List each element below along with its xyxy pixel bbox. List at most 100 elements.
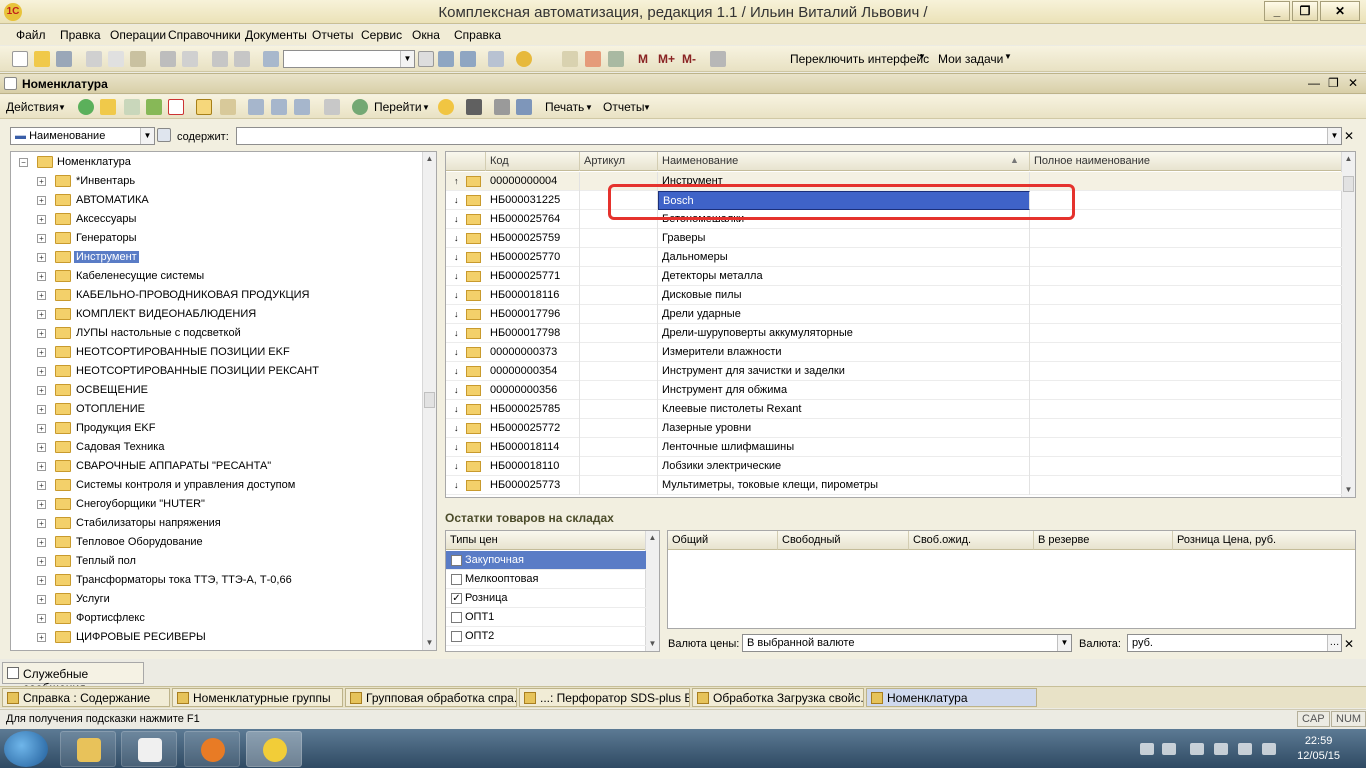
tree-item[interactable]: + Системы контроля и управления доступом [11,476,421,495]
cell-code[interactable]: НБ000025771 [486,267,580,286]
delete-icon[interactable] [168,99,184,115]
tree-item[interactable]: + АВТОМАТИКА [11,191,421,210]
cell-code[interactable]: НБ000025764 [486,210,580,229]
cell-name[interactable]: Лобзики электрические [658,457,1030,476]
chevron-down-icon[interactable]: ▼ [400,51,414,67]
column-free-expected[interactable]: Своб.ожид. [909,531,1034,550]
column-code[interactable]: Код [486,152,580,171]
cell-article[interactable] [580,305,658,324]
cell-full-name[interactable] [1030,324,1342,343]
cell-name[interactable]: Дрели ударные [658,305,1030,324]
memory-m-button[interactable]: M [638,52,648,66]
print-icon[interactable] [160,51,176,67]
minimize-button[interactable]: _ [1264,1,1290,21]
cell-full-name[interactable] [1030,248,1342,267]
redo-icon[interactable] [234,51,250,67]
cell-full-name[interactable] [1030,286,1342,305]
taskbar-media[interactable] [121,731,177,767]
cell-name[interactable]: Мультиметры, токовые клещи, пирометры [658,476,1030,495]
valuta-input[interactable]: руб. … [1127,634,1342,652]
start-button[interactable] [4,731,48,767]
cell-article[interactable] [580,324,658,343]
tree-item[interactable]: + Тепловое Оборудование [11,533,421,552]
expand-icon[interactable]: + [37,177,46,186]
cell-full-name[interactable] [1030,229,1342,248]
collapse-icon[interactable]: − [19,158,28,167]
copy-icon[interactable] [108,51,124,67]
expand-down-icon[interactable]: ↓ [454,366,459,376]
scroll-thumb[interactable] [424,392,435,408]
cell-code[interactable]: 00000000356 [486,381,580,400]
window-tab[interactable]: Справка : Содержание [2,688,170,707]
tree-item[interactable]: + Снегоуборщики "HUTER" [11,495,421,514]
table-row[interactable]: ↓ НБ000025773 Мультиметры, токовые клещи, … [446,476,1342,495]
price-type-item[interactable]: Закупочная [446,551,646,570]
undo-icon[interactable] [212,51,228,67]
price-type-checkbox[interactable] [451,555,462,566]
cell-code[interactable]: 00000000004 [486,172,580,191]
expand-down-icon[interactable]: ↓ [454,214,459,224]
table-row[interactable]: ↓ НБ000017796 Дрели ударные [446,305,1342,324]
cell-name[interactable]: Дисковые пилы [658,286,1030,305]
tree-item[interactable]: + НЕОТСОРТИРОВАННЫЕ ПОЗИЦИИ EKF [11,343,421,362]
cell-code[interactable]: НБ000017798 [486,324,580,343]
tree-item[interactable]: + Фортисфлекс [11,609,421,628]
menu-windows[interactable]: Окна [412,28,440,42]
cell-article[interactable] [580,229,658,248]
print-menu[interactable]: Печать [545,100,584,114]
tray-cloud-icon[interactable] [1262,743,1276,755]
calculator-icon[interactable] [562,51,578,67]
cell-code[interactable]: НБ000025773 [486,476,580,495]
actions-menu[interactable]: Действия [6,100,59,114]
cell-full-name[interactable] [1030,438,1342,457]
scroll-up-icon[interactable]: ▲ [423,152,436,166]
cell-code[interactable]: НБ000018114 [486,438,580,457]
memory-plus-button[interactable]: M+ [658,52,675,66]
tree-item[interactable]: + КОМПЛЕКТ ВИДЕОНАБЛЮДЕНИЯ [11,305,421,324]
structure-icon[interactable] [516,99,532,115]
table-row[interactable]: ↓ НБ000025759 Граверы [446,229,1342,248]
expand-icon[interactable]: + [37,595,46,604]
barcode-icon[interactable] [466,99,482,115]
expand-down-icon[interactable]: ↓ [454,347,459,357]
cell-full-name[interactable] [1030,476,1342,495]
cell-name[interactable]: Лазерные уровни [658,419,1030,438]
expand-down-icon[interactable]: ↓ [454,442,459,452]
currency-select[interactable]: В выбранной валюте ▼ [742,634,1072,652]
cell-code[interactable]: 00000000354 [486,362,580,381]
tree-item[interactable]: + ЦИФРОВЫЕ РЕСИВЕРЫ [11,628,421,647]
expand-icon[interactable]: + [37,557,46,566]
chevron-down-icon[interactable]: ▼ [140,128,154,144]
close-button[interactable]: ✕ [1320,1,1360,21]
taskbar-explorer[interactable] [60,731,116,767]
expand-down-icon[interactable]: ↓ [454,252,459,262]
tree-item[interactable]: + Инструмент [11,248,421,267]
tray-network-icon[interactable] [1214,743,1228,755]
table-row[interactable]: ↓ НБ000018116 Дисковые пилы [446,286,1342,305]
switch-interface-button[interactable]: Переключить интерфейс [790,52,929,66]
cell-article[interactable] [580,438,658,457]
cell-article[interactable] [580,286,658,305]
refresh-icon[interactable] [352,99,368,115]
search-icon[interactable] [263,51,279,67]
cell-name[interactable]: Клеевые пистолеты Rexant [658,400,1030,419]
menu-service[interactable]: Сервис [361,28,402,42]
clear-filter-icon[interactable] [324,99,340,115]
filter-by-value-icon[interactable] [271,99,287,115]
expand-icon[interactable]: + [37,310,46,319]
clear-filter-button[interactable]: ✕ [1344,129,1354,143]
tree-root[interactable]: − Номенклатура [11,153,421,172]
cell-full-name[interactable] [1030,343,1342,362]
price-types-list[interactable]: Типы цен ▲ ▼ Закупочная Мелкооптовая ✓ Розн… [445,530,660,652]
expand-icon[interactable]: + [37,253,46,262]
maximize-button[interactable]: ❐ [1292,1,1318,21]
column-free[interactable]: Свободный [778,531,909,550]
cell-full-name[interactable] [1030,362,1342,381]
table-row[interactable]: ↓ НБ000018114 Ленточные шлифмашины [446,438,1342,457]
expand-icon[interactable]: + [37,462,46,471]
search-input[interactable]: ▼ [283,50,415,68]
column-retail-price[interactable]: Розница Цена, руб. [1173,531,1355,550]
doc-restore-button[interactable]: ❐ [1328,76,1339,90]
cell-code[interactable]: НБ000018116 [486,286,580,305]
expand-down-icon[interactable]: ↓ [454,271,459,281]
